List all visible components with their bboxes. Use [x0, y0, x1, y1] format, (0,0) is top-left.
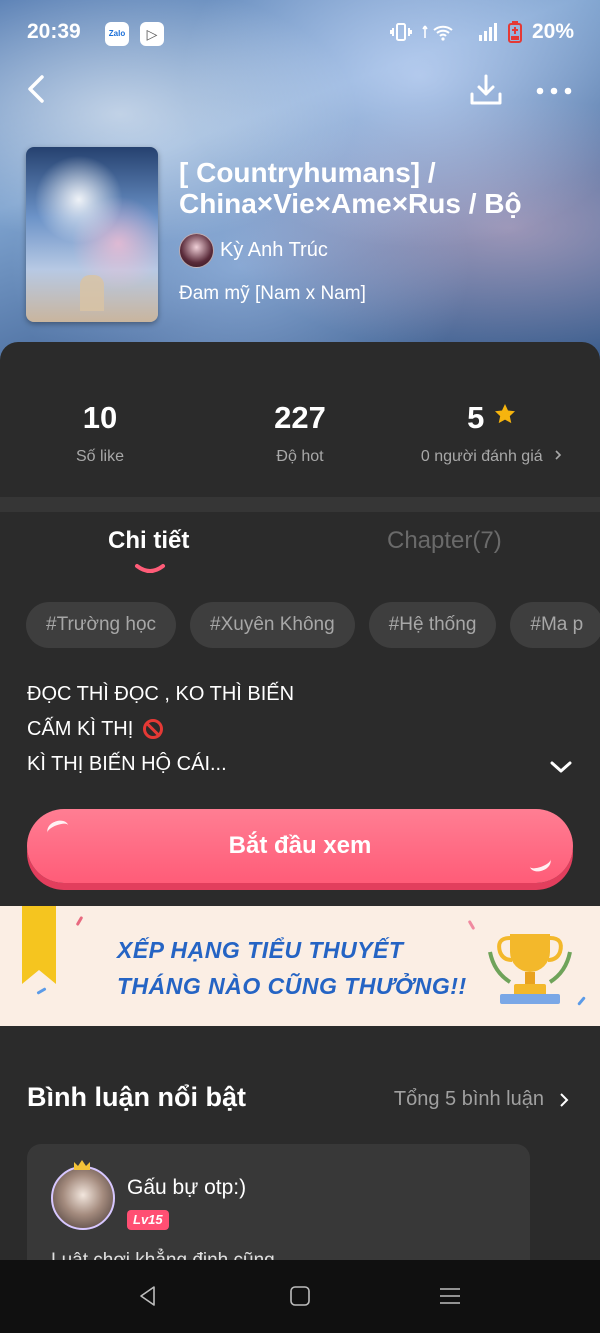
battery-icon [507, 21, 522, 43]
rating-count-label: 0 người đánh giá [420, 448, 543, 465]
status-indicators: 20% [389, 20, 574, 44]
rating-value-row: 5 [392, 400, 592, 436]
comments-total: Tổng 5 bình luận [393, 1088, 544, 1110]
book-title: [ Countryhumans] / China×Vie×Ame×Rus / B… [179, 157, 522, 219]
tab-details[interactable]: Chi tiết [108, 527, 189, 555]
author-name[interactable]: Kỳ Anh Trúc [220, 239, 328, 262]
confetti [467, 919, 476, 931]
likes-value: 10 [82, 400, 118, 435]
back-icon[interactable] [22, 72, 52, 106]
signal-icon [478, 23, 497, 41]
author-row[interactable]: Kỳ Anh Trúc [179, 233, 328, 268]
commenter-name[interactable]: Gấu bự otp:) [127, 1176, 246, 1200]
nav-back-icon[interactable] [136, 1284, 160, 1308]
book-genre: Đam mỹ [Nam x Nam] [179, 283, 366, 304]
banner-text: XẾP HẠNG TIỂU THUYẾT THÁNG NÀO CŨNG THƯỞ… [117, 932, 467, 1004]
rating-label-row: 0 người đánh giá [392, 448, 592, 466]
tag-chip[interactable]: #Trường học [26, 602, 177, 648]
section-divider [0, 497, 600, 512]
status-bar: 20:39 Zalo ▷ 20% [0, 0, 600, 70]
stats-row: 10 Số like 227 Độ hot 5 0 người đánh giá [0, 342, 600, 497]
stat-likes: 10 Số like [0, 400, 200, 466]
author-avatar[interactable] [179, 233, 214, 268]
nav-menu-icon[interactable] [438, 1284, 462, 1308]
description-line: ĐỌC THÌ ĐỌC , KO THÌ BIẾN [27, 683, 295, 705]
wifi-icon [422, 25, 453, 41]
detail-sheet: 10 Số like 227 Độ hot 5 0 người đánh giá… [0, 342, 600, 1284]
tag-list: #Trường học #Xuyên Không #Hệ thống #Ma p [26, 602, 600, 650]
description-line: CẤM KÌ THỊ [27, 718, 134, 740]
book-cover[interactable] [26, 147, 158, 322]
status-time: 20:39 [27, 20, 81, 43]
trophy-icon [488, 934, 572, 1004]
hot-label: Độ hot [276, 448, 324, 465]
banner-line: THÁNG NÀO CŨNG THƯỞNG!! [117, 973, 467, 999]
ranking-banner[interactable]: XẾP HẠNG TIỂU THUYẾT THÁNG NÀO CŨNG THƯỞ… [0, 906, 600, 1026]
description: ĐỌC THÌ ĐỌC , KO THÌ BIẾN CẤM KÌ THỊ KÌ … [27, 677, 294, 782]
rating-value: 5 [467, 400, 485, 435]
tab-chapters[interactable]: Chapter(7) [387, 527, 502, 555]
description-line-with-icon: CẤM KÌ THỊ [27, 712, 294, 747]
likes-label: Số like [75, 448, 125, 465]
chevron-right-icon [555, 450, 562, 460]
confetti [75, 915, 84, 927]
download-icon[interactable] [468, 72, 504, 108]
tag-chip[interactable]: #Xuyên Không [190, 602, 355, 648]
chevron-down-icon[interactable] [548, 758, 574, 776]
app-notification-icon: ▷ [140, 22, 164, 46]
cover-illustration [80, 275, 104, 311]
star-icon [494, 404, 515, 424]
vibrate-icon [389, 23, 412, 41]
tag-chip[interactable]: #Ma p [510, 602, 600, 648]
commenter-avatar[interactable] [51, 1166, 115, 1230]
zalo-icon: Zalo [105, 22, 129, 46]
description-line: KÌ THỊ BIẾN HỘ CÁI... [27, 753, 227, 775]
system-nav-bar [0, 1260, 600, 1333]
comments-total-link[interactable]: Tổng 5 bình luận [394, 1088, 570, 1111]
banner-line: XẾP HẠNG TIỂU THUYẾT [117, 937, 404, 963]
tab-active-indicator [135, 564, 165, 573]
more-icon[interactable] [536, 80, 572, 100]
stat-rating[interactable]: 5 0 người đánh giá [392, 400, 592, 466]
bookmark-ribbon-icon [22, 906, 56, 984]
confetti [36, 987, 47, 995]
hot-value: 227 [274, 400, 326, 435]
stat-hot: 227 Độ hot [200, 400, 400, 466]
tag-chip[interactable]: #Hệ thống [368, 602, 497, 648]
start-reading-label: Bắt đầu xem [228, 832, 372, 859]
chevron-right-icon [560, 1092, 569, 1107]
comments-title: Bình luận nổi bật [27, 1082, 246, 1112]
no-icon [142, 719, 163, 739]
nav-home-icon[interactable] [288, 1284, 312, 1308]
start-reading-button[interactable]: Bắt đầu xem [27, 809, 573, 883]
crown-icon [74, 1160, 90, 1170]
battery-percent: 20% [531, 20, 574, 43]
level-badge: Lv15 [127, 1210, 169, 1230]
